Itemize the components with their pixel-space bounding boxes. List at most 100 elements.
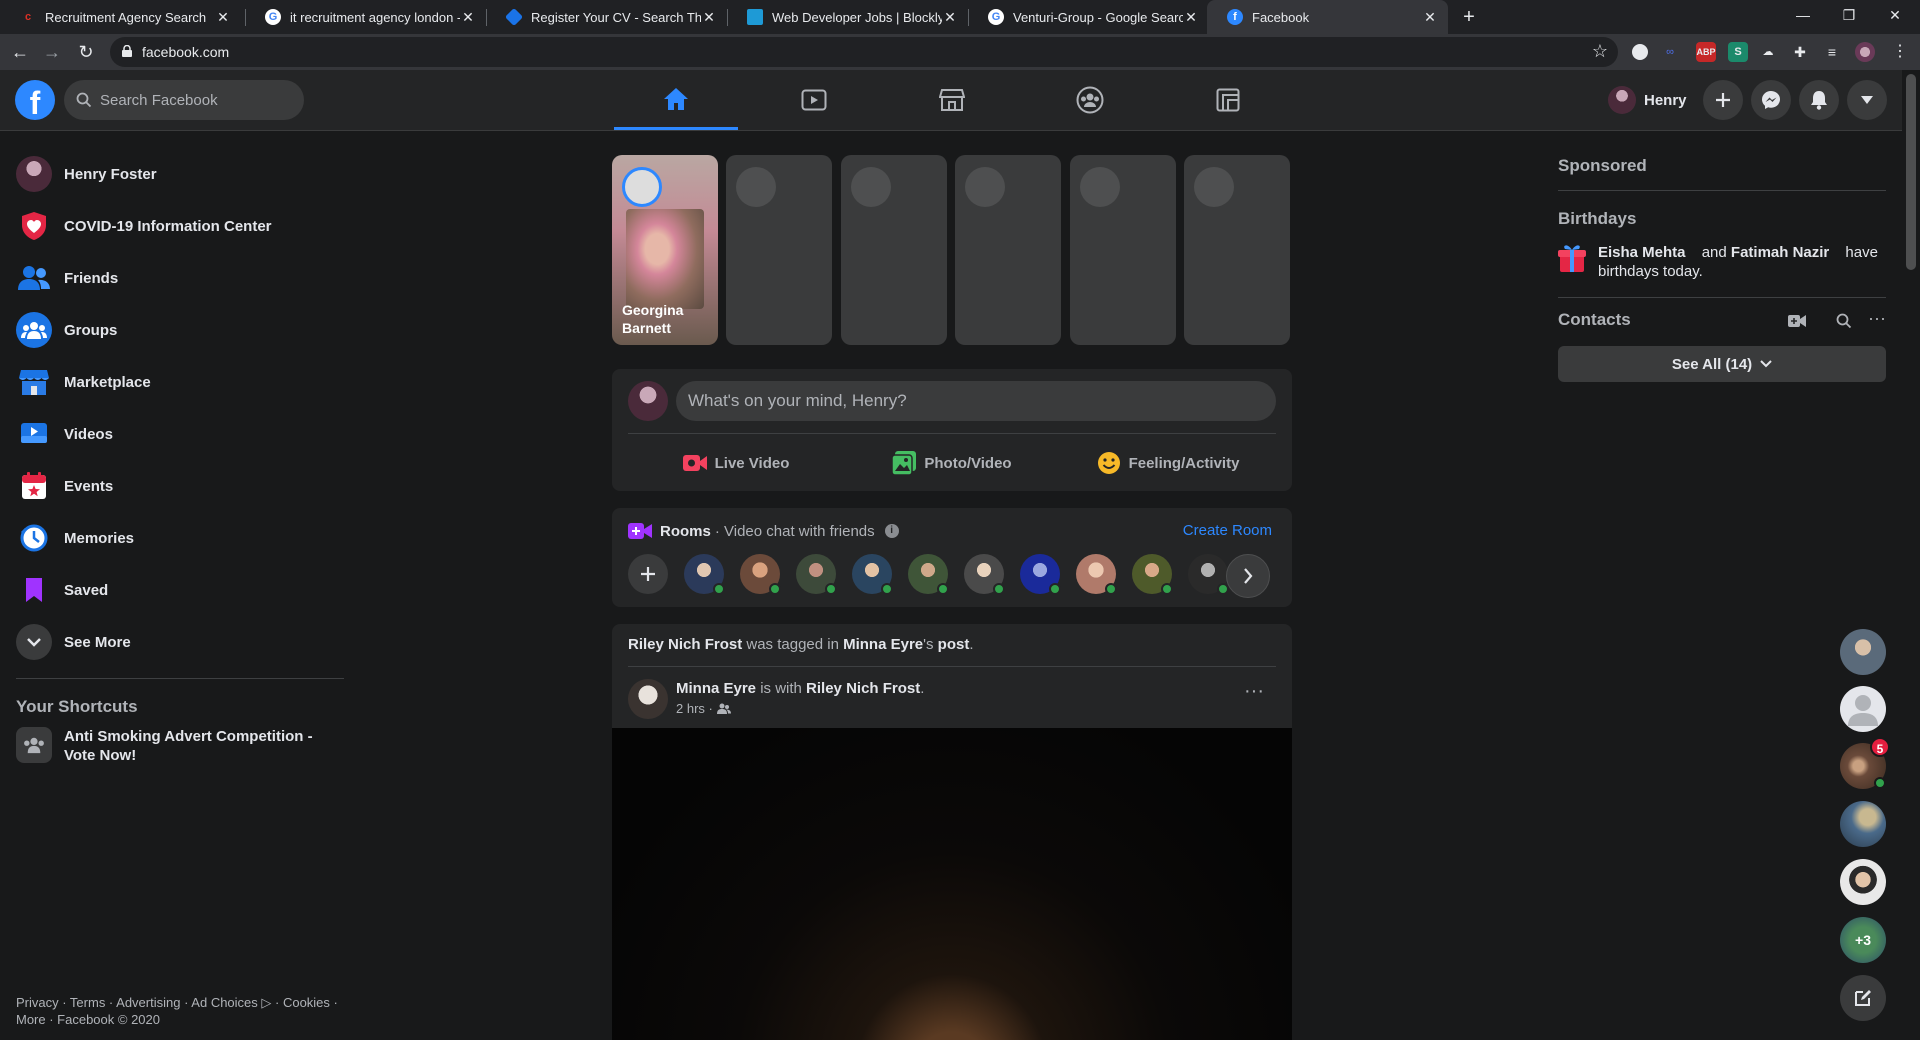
browser-tab[interactable]: Web Developer Jobs | Blockly Lo ✕ <box>727 0 968 34</box>
room-contact-avatar[interactable] <box>1188 554 1229 595</box>
address-bar[interactable]: facebook.com ☆ <box>110 37 1618 67</box>
story-card[interactable]: Georgina Barnett <box>612 155 718 345</box>
footer-line[interactable]: Privacy · Terms · Advertising · Ad Choic… <box>16 994 346 1011</box>
room-contact-avatar[interactable] <box>740 554 781 595</box>
post-timestamp[interactable]: 2 hrs · <box>676 701 713 716</box>
room-contact-avatar[interactable] <box>1132 554 1173 595</box>
search-box[interactable] <box>64 80 304 120</box>
puzzle-icon[interactable]: ✚ <box>1790 42 1810 62</box>
close-icon[interactable]: ✕ <box>1422 9 1438 26</box>
account-menu-button[interactable] <box>1847 80 1887 120</box>
search-input[interactable] <box>100 80 295 120</box>
birthday-row[interactable]: Eisha Mehta and Fatimah Nazir have birth… <box>1558 243 1888 281</box>
extension-s-icon[interactable]: S <box>1728 42 1748 62</box>
story-placeholder[interactable] <box>726 155 832 345</box>
reload-button[interactable]: ↻ <box>72 38 100 66</box>
room-contact-avatar[interactable] <box>1076 554 1117 595</box>
profile-avatar[interactable] <box>1855 42 1875 62</box>
close-icon[interactable]: ✕ <box>701 9 717 26</box>
room-contact-avatar[interactable] <box>1020 554 1061 595</box>
new-tab-button[interactable]: + <box>1456 4 1482 30</box>
forward-button[interactable]: → <box>38 38 66 66</box>
tab-groups[interactable] <box>1028 70 1152 130</box>
new-room-icon[interactable] <box>1788 314 1806 328</box>
chat-head-avatar[interactable] <box>1840 629 1886 675</box>
create-button[interactable] <box>1703 80 1743 120</box>
story-placeholder[interactable] <box>1070 155 1176 345</box>
post-photo[interactable] <box>612 728 1292 1040</box>
facebook-logo[interactable]: f <box>15 80 55 121</box>
birthday-name[interactable]: Eisha Mehta <box>1598 244 1686 261</box>
composer-input[interactable]: What's on your mind, Henry? <box>676 381 1276 421</box>
sidebar-item-events[interactable]: Events <box>8 460 348 512</box>
sidebar-item-profile[interactable]: Henry Foster <box>8 148 348 200</box>
window-close-button[interactable]: ✕ <box>1872 0 1918 30</box>
info-icon[interactable]: i <box>884 524 899 538</box>
close-icon[interactable]: ✕ <box>942 9 958 26</box>
browser-tab[interactable]: c Recruitment Agency Search ✕ <box>0 0 241 34</box>
new-message-button[interactable] <box>1840 975 1886 1021</box>
browser-tab[interactable]: Register Your CV - Search Thous ✕ <box>486 0 727 34</box>
story-placeholder[interactable] <box>1184 155 1290 345</box>
search-icon[interactable] <box>1836 313 1852 329</box>
birthday-name[interactable]: Fatimah Nazir <box>1731 244 1829 261</box>
create-room-link[interactable]: Create Room <box>1183 522 1272 539</box>
sidebar-item-marketplace[interactable]: Marketplace <box>8 356 348 408</box>
rooms-next-button[interactable] <box>1226 554 1270 598</box>
sidebar-item-videos[interactable]: Videos <box>8 408 348 460</box>
scrollbar-thumb[interactable] <box>1906 74 1916 270</box>
more-chats-button[interactable]: +3 <box>1840 917 1886 963</box>
tab-home[interactable] <box>614 70 738 130</box>
messenger-button[interactable] <box>1751 80 1791 120</box>
close-icon[interactable]: ✕ <box>460 9 476 26</box>
minimize-button[interactable]: — <box>1780 0 1826 30</box>
menu-dots-icon[interactable]: ⋮ <box>1890 42 1910 62</box>
footer-links[interactable]: Privacy · Terms · Advertising · Ad Choic… <box>16 994 346 1028</box>
extension-icon[interactable]: ∞ <box>1660 42 1680 62</box>
chat-head-avatar[interactable] <box>1840 801 1886 847</box>
room-contact-avatar[interactable] <box>908 554 949 595</box>
post-owner-link[interactable]: Minna Eyre <box>843 636 923 653</box>
extension-icon[interactable]: ☁ <box>1758 42 1778 62</box>
extension-icon[interactable] <box>1632 44 1648 60</box>
room-contact-avatar[interactable] <box>964 554 1005 595</box>
more-options-icon[interactable]: ··· <box>1868 308 1886 329</box>
sidebar-item-memories[interactable]: Memories <box>8 512 348 564</box>
tab-marketplace[interactable] <box>890 70 1014 130</box>
bookmark-star-icon[interactable]: ☆ <box>1592 41 1608 62</box>
adblock-icon[interactable]: ABP <box>1696 42 1716 62</box>
room-contact-avatar[interactable] <box>796 554 837 595</box>
photo-video-button[interactable]: Photo/Video <box>844 443 1060 483</box>
header-profile-link[interactable]: Henry <box>1604 80 1697 120</box>
browser-tab-active[interactable]: f Facebook ✕ <box>1207 0 1448 34</box>
sidebar-item-friends[interactable]: Friends <box>8 252 348 304</box>
chat-head-avatar[interactable] <box>1840 686 1886 732</box>
post-author-link[interactable]: Minna Eyre <box>676 680 756 697</box>
close-icon[interactable]: ✕ <box>215 9 231 26</box>
browser-tab[interactable]: G Venturi-Group - Google Search ✕ <box>968 0 1209 34</box>
chat-head-avatar[interactable] <box>1840 859 1886 905</box>
live-video-button[interactable]: Live Video <box>628 443 844 483</box>
page-scrollbar[interactable] <box>1902 70 1920 1040</box>
story-placeholder[interactable] <box>955 155 1061 345</box>
sidebar-item-groups[interactable]: Groups <box>8 304 348 356</box>
shortcut-item[interactable]: Anti Smoking Advert Competition - Vote N… <box>8 727 348 765</box>
tab-watch[interactable] <box>752 70 876 130</box>
tab-gaming[interactable] <box>1166 70 1290 130</box>
see-all-contacts-button[interactable]: See All (14) <box>1558 346 1886 382</box>
tagged-user-link[interactable]: Riley Nich Frost <box>628 636 742 653</box>
back-button[interactable]: ← <box>6 38 34 66</box>
footer-line[interactable]: More · Facebook © 2020 <box>16 1011 346 1028</box>
room-contact-avatar[interactable] <box>684 554 725 595</box>
sidebar-item-covid[interactable]: COVID-19 Information Center <box>8 200 348 252</box>
avatar[interactable] <box>628 679 668 719</box>
close-icon[interactable]: ✕ <box>1183 9 1199 26</box>
group-chat-head[interactable]: 5 <box>1840 737 1890 789</box>
restore-button[interactable]: ❐ <box>1826 0 1872 30</box>
create-room-button[interactable] <box>628 554 668 594</box>
feeling-activity-button[interactable]: Feeling/Activity <box>1060 443 1276 483</box>
sidebar-item-saved[interactable]: Saved <box>8 564 348 616</box>
notifications-button[interactable] <box>1799 80 1839 120</box>
post-link[interactable]: post <box>938 636 970 653</box>
more-options-icon[interactable]: ··· <box>1236 681 1272 704</box>
